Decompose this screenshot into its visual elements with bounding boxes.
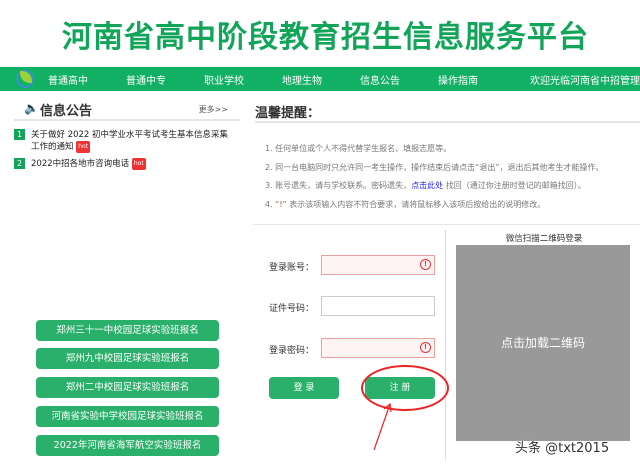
hot-icon: hot [76, 141, 91, 153]
nav-item[interactable]: 普通中专 [126, 72, 166, 87]
account-input[interactable]: ! [321, 255, 435, 275]
signup-link[interactable]: 河南省实验中学校园足球实验班报名 [36, 406, 219, 427]
nav-item[interactable]: 普通高中 [48, 72, 88, 87]
speaker-icon: 🔈 [24, 101, 39, 115]
notice-item[interactable]: 2 2022中招各地市咨询电话 hot [14, 158, 239, 170]
error-icon: ! [420, 259, 431, 270]
notice-number: 2 [14, 158, 25, 169]
nav-item[interactable]: 信息公告 [360, 72, 400, 87]
password-label: 登录密码： [269, 346, 315, 356]
main-nav: 普通高中 普通中专 职业学校 地理生物 信息公告 操作指南 欢迎光临河南省中招管… [0, 67, 640, 91]
arrow-icon [373, 402, 392, 451]
signup-link[interactable]: 郑州二中校园足球实验班报名 [36, 377, 219, 398]
tip-line: 4. “!” 表示该项输入内容不符合要求，请将鼠标移入该项后按给出的说明修改。 [265, 196, 603, 215]
signup-link[interactable]: 郑州九中校园足球实验班报名 [36, 348, 219, 369]
tip-text: 3. 账号遗失，请与学校联系。密码遗失， [265, 181, 412, 190]
notice-number: 1 [14, 129, 25, 140]
more-link[interactable]: 更多>> [199, 104, 228, 115]
notices-title: 信息公告 [40, 104, 93, 119]
logo-icon[interactable] [14, 69, 34, 89]
tip-text: 4. “ [265, 199, 280, 209]
tip-line: 2. 同一台电脑同时只允许同一考生操作，操作结束后请点击“退出”，退出后其他考生… [265, 162, 604, 172]
nav-item[interactable]: 操作指南 [438, 72, 478, 87]
tip-text: ” 表示该项输入内容不符合要求，请将鼠标移入该项后按给出的说明修改。 [282, 199, 546, 209]
notices-header: 🔈 信息公告 更多>> [14, 101, 240, 121]
qr-title: 微信扫描二维码登录 [505, 234, 583, 244]
divider [445, 230, 446, 460]
site-title: 河南省高中阶段教育招生信息服务平台 [62, 20, 589, 55]
password-input[interactable]: ! [321, 338, 435, 358]
account-label: 登录账号： [269, 263, 315, 273]
watermark: 头条 @txt2015 [515, 441, 610, 456]
hot-icon: hot [131, 158, 146, 170]
notice-text[interactable]: 关于做好 2022 初中学业水平考试考生基本信息采集工作的通知 [31, 130, 228, 152]
tip-line: 3. 账号遗失，请与学校联系。密码遗失，点击此处 找回（通过你注册时登记的邮箱找… [265, 177, 603, 196]
nav-item[interactable]: 地理生物 [282, 72, 322, 87]
welcome-text: 欢迎光临河南省中招管理 [530, 75, 640, 87]
nav-item[interactable]: 职业学校 [204, 72, 244, 87]
notice-item[interactable]: 1 关于做好 2022 初中学业水平考试考生基本信息采集工作的通知 hot [14, 129, 239, 153]
login-panel: 登录账号： ! 证件号码： 登录密码： ! 登 录 注 册 微信扫描二维码登录 … [253, 224, 640, 460]
tip-text: 找回（通过你注册时登记的邮箱找回）。 [443, 181, 586, 190]
tips-list: 1. 任何单位或个人不得代替学生报名、填报志愿等。 2. 同一台电脑同时只允许同… [265, 140, 603, 214]
recover-password-link[interactable]: 点击此处 [411, 181, 443, 190]
signup-link[interactable]: 2022年河南省海军航空实验班报名 [36, 435, 219, 456]
qr-code-area[interactable]: 点击加载二维码 [456, 245, 630, 441]
id-input[interactable] [321, 296, 435, 316]
tip-line: 1. 任何单位或个人不得代替学生报名、填报志愿等。 [265, 144, 452, 153]
notice-text[interactable]: 2022中招各地市咨询电话 [31, 159, 129, 169]
id-label: 证件号码： [269, 304, 315, 314]
error-icon: ! [420, 342, 431, 353]
signup-link[interactable]: 郑州三十一中校园足球实验班报名 [36, 320, 219, 341]
login-button[interactable]: 登 录 [269, 377, 339, 399]
tips-title: 温馨提醒： [255, 102, 640, 123]
